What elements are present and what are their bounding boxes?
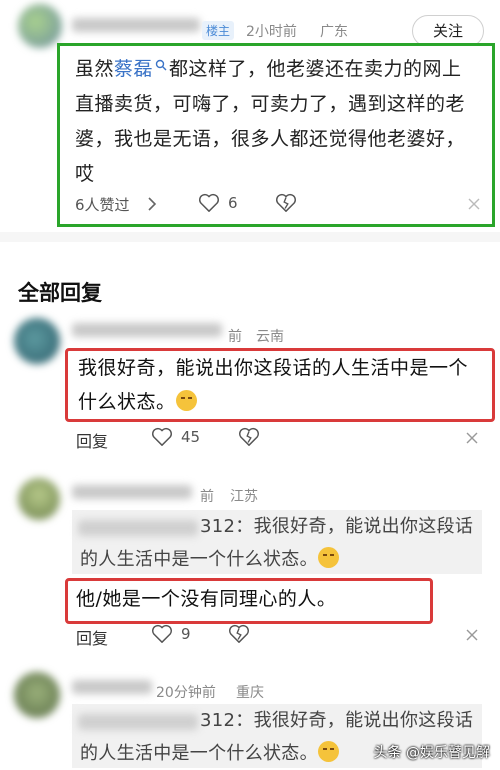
reply-text: 他/她是一个没有同理心的人。	[76, 588, 337, 610]
section-title: 全部回复	[18, 281, 102, 305]
quote-text: 312：我很好奇，能说出你这段话的人生活中是一个什么状态。	[80, 510, 480, 576]
reply-time: 前	[228, 329, 242, 345]
op-link-text[interactable]: 蔡磊	[114, 58, 153, 80]
laughing-crying-emoji-icon	[317, 741, 339, 762]
reply-username[interactable]	[72, 323, 222, 337]
reply-time: 前	[200, 489, 214, 505]
reply-like-count: 9	[181, 625, 191, 643]
reply-text-content: 我很好奇，能说出你这段话的人生活中是一个什么状态。	[78, 357, 469, 413]
op-username[interactable]	[72, 18, 200, 32]
heart-icon[interactable]	[198, 193, 220, 213]
reply-avatar[interactable]	[14, 318, 60, 364]
op-comment-box: 虽然蔡磊 都这样了，他老婆还在卖力的网上直播卖货，可嗨了，可卖力了，遇到这样的老…	[57, 43, 495, 227]
op-badge: 楼主	[202, 21, 235, 40]
broken-heart-icon[interactable]	[275, 193, 297, 213]
op-location: 广东	[320, 24, 348, 40]
op-time: 2小时前	[246, 24, 297, 40]
quote-user[interactable]: 312	[200, 710, 235, 731]
heart-icon[interactable]	[151, 427, 173, 447]
op-avatar[interactable]	[18, 4, 62, 48]
broken-heart-icon[interactable]	[238, 427, 260, 447]
reply-text: 我很好奇，能说出你这段话的人生活中是一个什么状态。	[78, 351, 486, 419]
reply-button[interactable]: 回复	[76, 428, 108, 452]
reply-username[interactable]	[72, 485, 192, 499]
reply-like-count: 45	[181, 428, 201, 446]
op-comment-text: 虽然蔡磊 都这样了，他老婆还在卖力的网上直播卖货，可嗨了，可卖力了，遇到这样的老…	[75, 52, 480, 192]
close-icon[interactable]	[466, 432, 478, 444]
quote-user[interactable]: 312	[200, 516, 235, 537]
search-icon[interactable]	[155, 59, 167, 71]
reply-time: 20分钟前	[156, 685, 216, 701]
reply-username[interactable]	[72, 680, 152, 694]
close-icon[interactable]	[468, 198, 480, 210]
laughing-crying-emoji-icon	[317, 547, 339, 568]
broken-heart-icon[interactable]	[228, 624, 250, 644]
close-icon[interactable]	[466, 629, 478, 641]
reply-text-box: 我很好奇，能说出你这段话的人生活中是一个什么状态。	[65, 348, 495, 422]
likes-summary[interactable]: 6人赞过	[75, 194, 130, 215]
reply-avatar[interactable]	[14, 672, 60, 718]
reply-location: 云南	[256, 329, 284, 345]
reply-text-box: 他/她是一个没有同理心的人。	[65, 578, 433, 624]
reply-location: 重庆	[236, 685, 264, 701]
laughing-crying-emoji-icon	[175, 390, 197, 411]
quoted-reply: 312：我很好奇，能说出你这段话的人生活中是一个什么状态。	[72, 510, 482, 574]
op-like-count: 6	[228, 194, 238, 212]
section-divider	[0, 232, 500, 242]
reply-avatar[interactable]	[18, 478, 60, 520]
quote-text-content: ：我很好奇，能说出你这段话的人生活中是一个什么状态。	[80, 516, 474, 570]
heart-icon[interactable]	[151, 624, 173, 644]
watermark: 头条 @娱乐瞽见解	[373, 745, 490, 761]
chevron-right-icon[interactable]	[147, 196, 157, 212]
reply-location: 江苏	[230, 489, 258, 505]
op-text-before: 虽然	[75, 58, 115, 80]
reply-button[interactable]: 回复	[76, 625, 108, 649]
